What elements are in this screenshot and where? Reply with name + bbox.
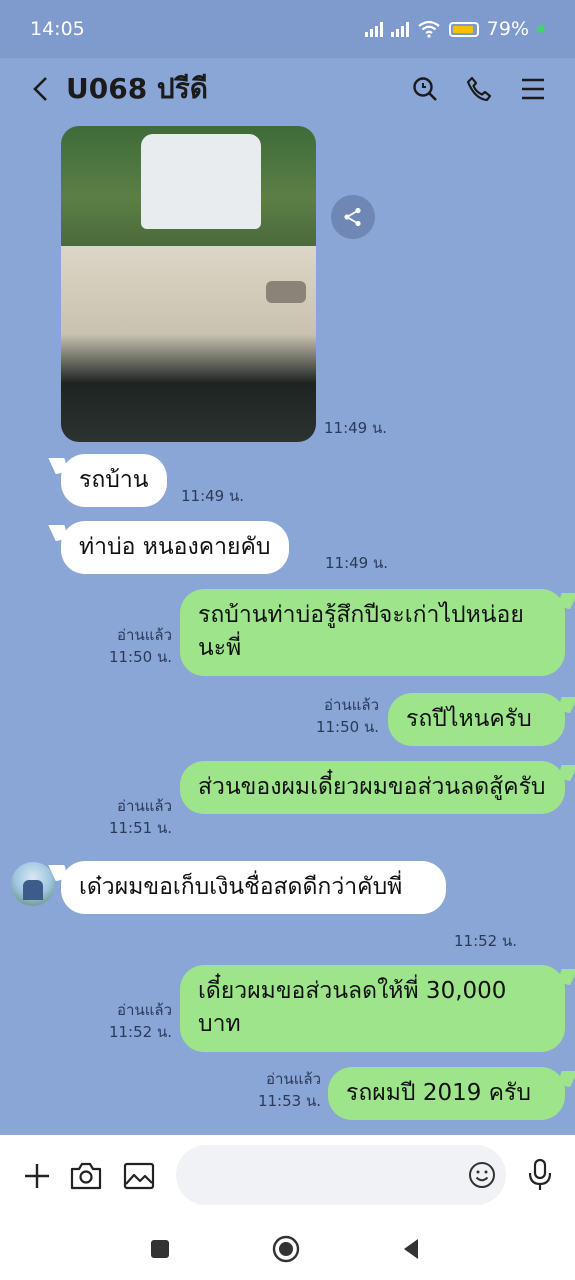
camera-icon[interactable] xyxy=(66,1156,106,1196)
recent-apps-icon[interactable] xyxy=(138,1227,182,1271)
battery-level: 79% xyxy=(486,18,529,40)
signal-icon xyxy=(364,21,383,37)
signal-icon-2 xyxy=(390,21,409,37)
status-bar: 14:05 79% xyxy=(0,0,575,58)
message-text: เดี๋ยวผมขอส่วนลดให้พี่ 30,000 บาท xyxy=(198,978,507,1038)
message-text: รถบ้าน xyxy=(79,467,149,493)
incoming-message[interactable]: รถบ้าน xyxy=(61,454,167,508)
photo-door-interior xyxy=(61,246,316,442)
read-receipt: อ่านแล้ว 11:51 น. xyxy=(108,797,172,837)
outgoing-message[interactable]: รถปีไหนครับ xyxy=(388,693,565,747)
chat-header: U068 ปรีดี xyxy=(0,58,575,120)
share-icon[interactable] xyxy=(331,195,375,239)
phone-icon[interactable] xyxy=(457,67,501,111)
search-icon[interactable] xyxy=(403,67,447,111)
system-nav-bar xyxy=(0,1217,575,1280)
smiley-icon[interactable] xyxy=(462,1155,502,1195)
battery-icon xyxy=(448,21,479,37)
read-receipt: อ่านแล้ว 11:52 น. xyxy=(108,1001,172,1041)
message-text: เด๋วผมขอเก็บเงินชื่อสดดีกว่าคับพี่ xyxy=(79,874,403,900)
chevron-left-icon[interactable] xyxy=(20,68,62,110)
back-nav-icon[interactable] xyxy=(389,1227,433,1271)
message-time: 11:49 น. xyxy=(181,487,245,505)
message-text: รถปีไหนครับ xyxy=(406,706,532,732)
outgoing-message[interactable]: รถผมปี 2019 ครับ xyxy=(328,1067,565,1121)
microphone-icon[interactable] xyxy=(520,1155,560,1195)
avatar[interactable] xyxy=(11,862,55,906)
charging-dot-icon xyxy=(537,25,545,33)
chat-title: U068 ปรีดี xyxy=(66,72,208,105)
message-input[interactable] xyxy=(176,1145,506,1205)
outgoing-message[interactable]: เดี๋ยวผมขอส่วนลดให้พี่ 30,000 บาท xyxy=(180,965,565,1052)
read-receipt: อ่านแล้ว 11:50 น. xyxy=(315,696,379,736)
message-time: 11:49 น. xyxy=(325,554,389,572)
chat-area[interactable]: 11:49 น. รถบ้าน 11:49 น. ท่าบ่อ หนองคายค… xyxy=(0,120,575,1135)
read-receipt: อ่านแล้ว 11:53 น. xyxy=(257,1070,321,1110)
photo-time: 11:49 น. xyxy=(324,419,388,437)
incoming-message[interactable]: เด๋วผมขอเก็บเงินชื่อสดดีกว่าคับพี่ xyxy=(61,861,446,915)
photo-car-scene xyxy=(61,126,316,246)
wifi-icon xyxy=(418,20,440,38)
image-icon[interactable] xyxy=(119,1156,159,1196)
message-text: ท่าบ่อ หนองคายคับ xyxy=(79,534,271,560)
outgoing-message[interactable]: รถบ้านท่าบ่อรู้สึกปีจะเก่าไปหน่อยนะพี่ xyxy=(180,589,565,676)
plus-icon[interactable] xyxy=(17,1156,57,1196)
photo-door-handle xyxy=(266,281,306,303)
message-text: รถผมปี 2019 ครับ xyxy=(346,1080,532,1106)
message-input-bar xyxy=(0,1135,575,1217)
read-receipt: อ่านแล้ว 11:50 น. xyxy=(108,626,172,666)
message-text: ส่วนของผมเดี๋ยวผมขอส่วนลดสู้ครับ xyxy=(198,774,546,800)
outgoing-message[interactable]: ส่วนของผมเดี๋ยวผมขอส่วนลดสู้ครับ xyxy=(180,761,565,815)
photo-car xyxy=(141,134,261,229)
message-text: รถบ้านท่าบ่อรู้สึกปีจะเก่าไปหน่อยนะพี่ xyxy=(198,602,524,662)
incoming-message[interactable]: ท่าบ่อ หนองคายคับ xyxy=(61,521,289,575)
message-time: 11:52 น. xyxy=(454,932,518,950)
status-time: 14:05 xyxy=(30,18,85,40)
home-icon[interactable] xyxy=(264,1227,308,1271)
menu-icon[interactable] xyxy=(511,67,555,111)
photo-message[interactable] xyxy=(61,126,316,442)
status-icons: 79% xyxy=(364,18,545,40)
